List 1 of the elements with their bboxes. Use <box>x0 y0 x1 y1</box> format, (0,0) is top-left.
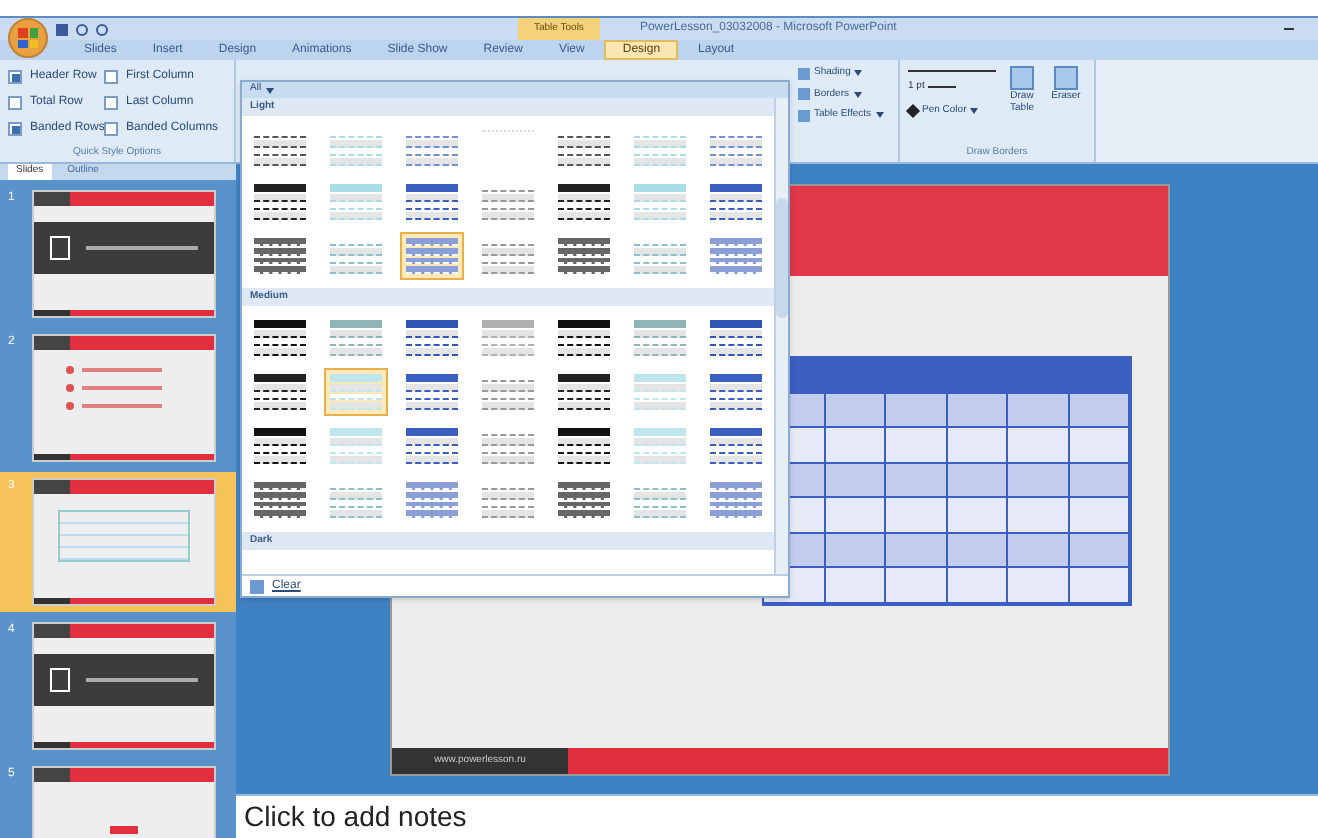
notes-field[interactable]: Click to add notes <box>236 794 1318 838</box>
